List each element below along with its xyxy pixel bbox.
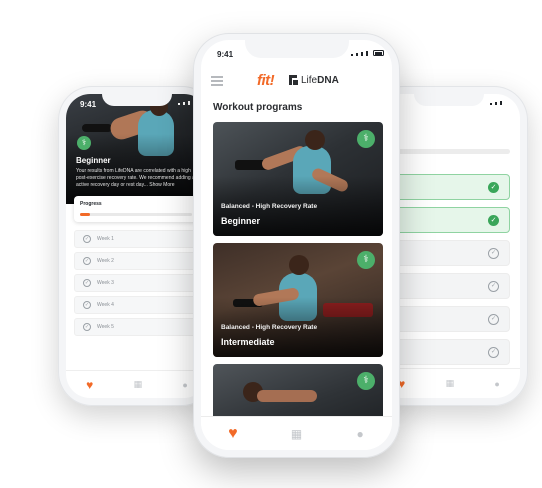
- program-card-intermediate[interactable]: ⚕ Balanced - High Recovery Rate Intermed…: [213, 243, 383, 357]
- week-item[interactable]: ✓ Week 5: [74, 318, 198, 336]
- program-subtitle: Balanced - High Recovery Rate: [221, 324, 318, 331]
- profile-icon[interactable]: ●: [182, 380, 187, 390]
- week-label: Week 1: [97, 236, 114, 242]
- home-heart-icon[interactable]: ♥: [86, 377, 93, 393]
- left-phone-screen: 9:41 ⚕ Beginner Your results from LifeDN…: [66, 94, 208, 398]
- check-circle-icon: ✓: [83, 235, 91, 243]
- check-circle-icon: ✓: [488, 280, 499, 292]
- status-time: 9:41: [80, 100, 97, 109]
- partner-logo: LifeDNA: [301, 75, 339, 86]
- week-item[interactable]: ✓ Week 3: [74, 274, 198, 292]
- dna-icon: ⚕: [357, 130, 375, 148]
- profile-icon[interactable]: ●: [351, 425, 369, 443]
- signal-icon: [178, 101, 190, 105]
- dna-icon: ⚕: [357, 372, 375, 390]
- check-circle-icon: ✓: [83, 257, 91, 265]
- battery-icon: [373, 50, 384, 56]
- week-label: Week 3: [97, 280, 114, 286]
- week-label: Week 5: [97, 324, 114, 330]
- status-bar: 9:41: [66, 94, 208, 112]
- program-card-advanced[interactable]: ⚕: [213, 364, 383, 424]
- program-title: Intermediate: [221, 337, 275, 347]
- check-circle-icon: ✓: [83, 323, 91, 331]
- app-header: fit! LifeDNA: [201, 66, 392, 94]
- store-icon[interactable]: ▦: [134, 379, 143, 390]
- week-item[interactable]: ✓ Week 2: [74, 252, 198, 270]
- check-circle-icon: ✓: [488, 346, 499, 358]
- tab-bar: ♥ ▦ ●: [201, 416, 392, 450]
- tab-bar: ♥ ▦ ●: [66, 370, 208, 398]
- dna-icon: ⚕: [77, 136, 91, 150]
- home-heart-icon[interactable]: ♥: [224, 425, 242, 443]
- program-title: Beginner: [76, 156, 111, 165]
- check-circle-icon: ✓: [488, 181, 499, 193]
- status-time: 9:41: [217, 50, 234, 59]
- program-description[interactable]: Your results from LifeDNA are correlated…: [76, 168, 202, 189]
- lifedna-logo-icon: [289, 75, 298, 85]
- week-item[interactable]: ✓ Week 1: [74, 230, 198, 248]
- center-phone-screen: 9:41 fit! LifeDNA Workout programs ⚕ Bal…: [201, 40, 392, 450]
- progress-bar: [80, 213, 192, 216]
- brand-logo: fit!: [257, 72, 275, 89]
- week-label: Week 2: [97, 258, 114, 264]
- progress-label: Progress: [80, 201, 102, 207]
- page-title: Workout programs: [213, 102, 303, 113]
- program-subtitle: Balanced - High Recovery Rate: [221, 203, 318, 210]
- program-card-beginner[interactable]: ⚕ Balanced - High Recovery Rate Beginner: [213, 122, 383, 236]
- check-circle-icon: ✓: [488, 214, 499, 226]
- signal-icon: [490, 101, 502, 105]
- menu-icon[interactable]: [211, 76, 223, 88]
- store-icon[interactable]: ▦: [446, 378, 455, 389]
- dna-icon: ⚕: [357, 251, 375, 269]
- progress-card: Progress: [74, 196, 198, 222]
- profile-icon[interactable]: ●: [494, 379, 499, 389]
- check-circle-icon: ✓: [83, 279, 91, 287]
- store-icon[interactable]: ▦: [287, 425, 305, 443]
- program-title: Beginner: [221, 216, 261, 226]
- week-label: Week 4: [97, 302, 114, 308]
- signal-icon: [351, 51, 368, 56]
- center-phone-mockup: 9:41 fit! LifeDNA Workout programs ⚕ Bal…: [193, 33, 400, 458]
- week-list: ✓ Week 1 ✓ Week 2 ✓ Week 3 ✓ Week 4 ✓ Week 5: [74, 230, 198, 340]
- status-bar: 9:41: [201, 40, 392, 59]
- check-circle-icon: ✓: [83, 301, 91, 309]
- check-circle-icon: ✓: [488, 313, 499, 325]
- week-item[interactable]: ✓ Week 4: [74, 296, 198, 314]
- check-circle-icon: ✓: [488, 247, 499, 259]
